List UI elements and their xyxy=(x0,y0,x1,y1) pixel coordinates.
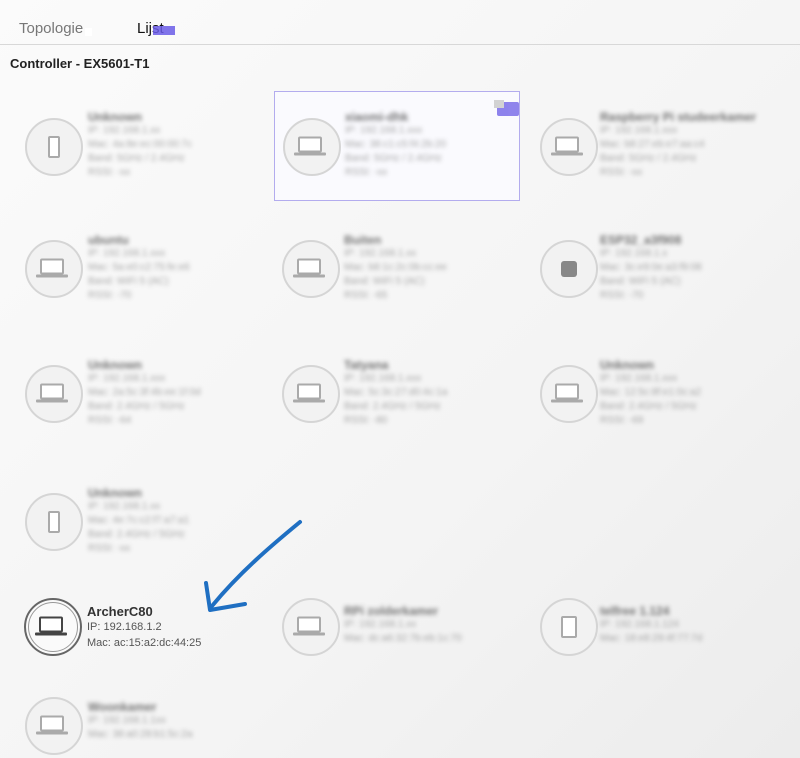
laptop-icon xyxy=(293,383,325,403)
laptop-icon xyxy=(36,383,68,403)
device-card[interactable]: RPi zolderkamer IP: 192.168.1.xx Mac: dc… xyxy=(278,593,523,703)
device-info: Unknown IP: 192.168.1.xxx Mac: 12:5c:8f:… xyxy=(600,358,702,426)
device-info: Unknown IP: 192.168.1.xx Mac: 4a:8e:ec:0… xyxy=(88,110,192,178)
device-card[interactable]: Raspberry Pi studeerkamer IP: 192.168.1.… xyxy=(535,100,780,210)
device-info: ESP32_a3f908 IP: 192.168.1.x Mac: 3c:e9:… xyxy=(600,233,702,301)
device-icon-circle xyxy=(540,240,598,298)
laptop-icon xyxy=(294,136,326,156)
device-info: ArcherC80 IP: 192.168.1.2 Mac: ac:15:a2:… xyxy=(87,604,201,653)
controller-title: Controller - EX5601-T1 xyxy=(10,56,150,71)
laptop-icon xyxy=(551,136,583,156)
chip-icon xyxy=(561,261,577,277)
tablet-icon xyxy=(561,616,577,638)
device-info: Raspberry Pi studeerkamer IP: 192.168.1.… xyxy=(600,110,757,178)
device-icon-circle xyxy=(25,240,83,298)
device-card[interactable]: Buiten IP: 192.168.1.xx Mac: b8:1c:2c:0b… xyxy=(278,225,523,335)
device-info: Woonkamer IP: 192.168.1.1xx Mac: 38:a0:2… xyxy=(88,700,193,740)
device-ip: IP: 192.168.1.2 xyxy=(87,621,162,633)
device-card[interactable]: ubuntu IP: 192.168.1.xxx Mac: 5a:e0:c2:7… xyxy=(20,225,265,335)
device-icon-circle xyxy=(282,240,340,298)
tab-topology[interactable]: Topologie xyxy=(19,20,93,37)
device-info: Tatyana IP: 192.168.1.xxx Mac: 5c:3c:27:… xyxy=(344,358,448,426)
device-icon-circle xyxy=(282,598,340,656)
laptop-icon xyxy=(293,258,325,278)
tab-list[interactable]: Lijst xyxy=(137,20,175,37)
device-info: ubuntu IP: 192.168.1.xxx Mac: 5a:e0:c2:7… xyxy=(88,233,190,301)
device-badge-icon[interactable] xyxy=(494,100,519,116)
device-info: xiaomi-dhk IP: 192.168.1.xxx Mac: 38:c1:… xyxy=(345,110,447,178)
device-info: Unknown IP: 192.168.1.xxx Mac: 2a:5c:3f:… xyxy=(88,358,201,426)
device-icon-circle xyxy=(540,598,598,656)
laptop-icon xyxy=(36,715,68,735)
device-icon-circle xyxy=(283,118,341,176)
device-name: ArcherC80 xyxy=(87,604,153,619)
laptop-icon xyxy=(293,616,325,636)
device-card-archerc80[interactable]: ArcherC80 IP: 192.168.1.2 Mac: ac:15:a2:… xyxy=(20,593,265,703)
device-card[interactable]: ESP32_a3f908 IP: 192.168.1.x Mac: 3c:e9:… xyxy=(535,225,780,335)
device-card[interactable]: Woonkamer IP: 192.168.1.1xx Mac: 38:a0:2… xyxy=(20,692,265,758)
device-card[interactable]: Unknown IP: 192.168.1.xx Mac: 4e:7c:c2:f… xyxy=(20,478,265,588)
view-tabs: Topologie Lijst xyxy=(0,0,800,45)
phone-icon xyxy=(48,511,60,533)
device-info: RPi zolderkamer IP: 192.168.1.xx Mac: dc… xyxy=(344,604,462,644)
device-icon-circle xyxy=(25,697,83,755)
device-card[interactable]: Unknown IP: 192.168.1.xxx Mac: 2a:5c:3f:… xyxy=(20,350,265,460)
device-card[interactable]: telfree 1.124 IP: 192.168.1.124 Mac: 18:… xyxy=(535,593,780,703)
device-info: Unknown IP: 192.168.1.xx Mac: 4e:7c:c2:f… xyxy=(88,486,190,554)
tab-list-highlight xyxy=(153,26,175,35)
device-card[interactable]: Tatyana IP: 192.168.1.xxx Mac: 5c:3c:27:… xyxy=(278,350,523,460)
device-card[interactable]: Unknown IP: 192.168.1.xxx Mac: 12:5c:8f:… xyxy=(535,350,780,460)
laptop-icon xyxy=(551,383,583,403)
laptop-icon xyxy=(36,258,68,278)
device-mac: Mac: ac:15:a2:dc:44:25 xyxy=(87,637,202,649)
device-icon-circle xyxy=(540,118,598,176)
device-card-selected[interactable]: xiaomi-dhk IP: 192.168.1.xxx Mac: 38:c1:… xyxy=(274,91,520,201)
device-info: telfree 1.124 IP: 192.168.1.124 Mac: 18:… xyxy=(600,604,703,644)
phone-icon xyxy=(48,136,60,158)
device-icon-circle xyxy=(282,365,340,423)
device-icon-circle xyxy=(25,493,83,551)
device-info: Buiten IP: 192.168.1.xx Mac: b8:1c:2c:0b… xyxy=(344,233,447,301)
device-icon-circle xyxy=(25,365,83,423)
device-icon-circle xyxy=(24,598,82,656)
device-icon-circle xyxy=(540,365,598,423)
laptop-icon xyxy=(35,616,67,636)
device-card[interactable]: Unknown IP: 192.168.1.xx Mac: 4a:8e:ec:0… xyxy=(20,100,265,210)
device-icon-circle xyxy=(25,118,83,176)
